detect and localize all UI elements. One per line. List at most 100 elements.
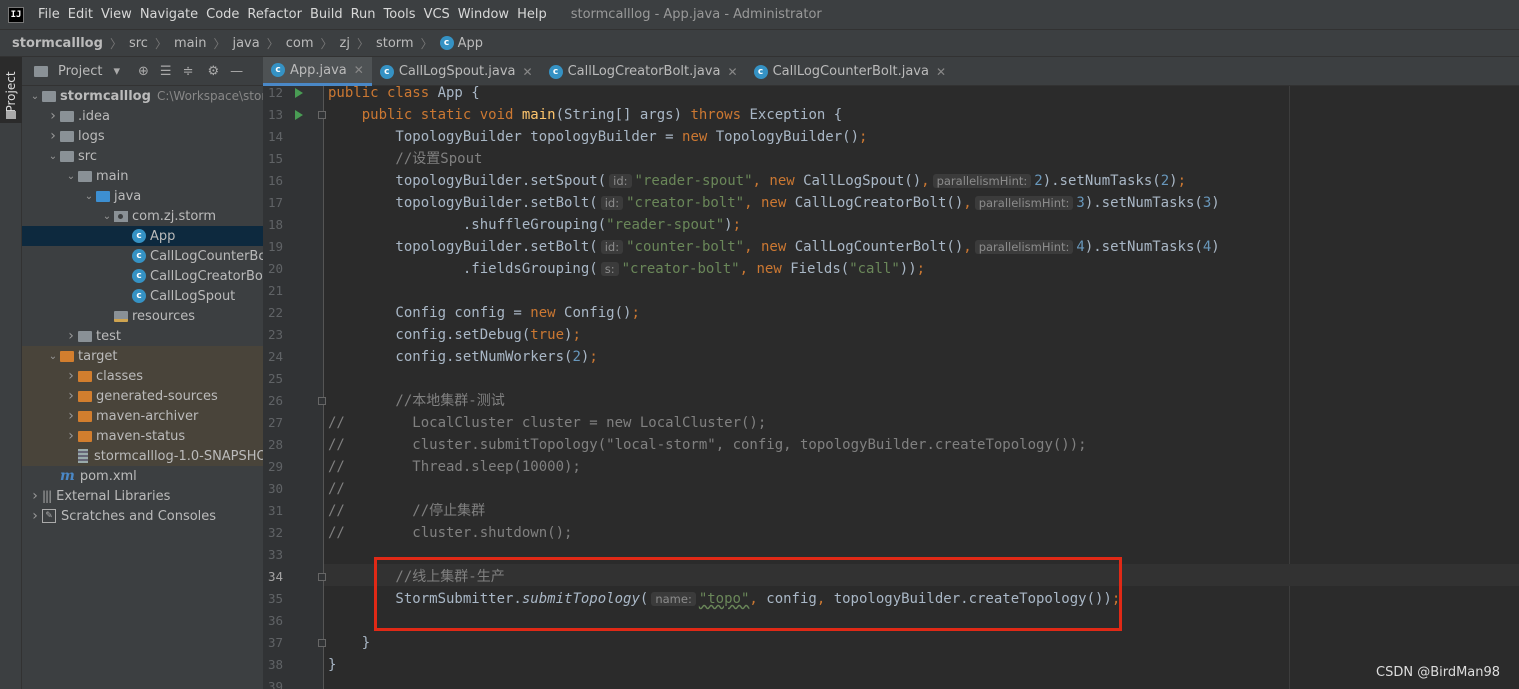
tree-item[interactable]: ⌄ target xyxy=(22,346,263,366)
code-number: 3 xyxy=(1076,195,1085,211)
tree-item[interactable]: c CallLogCounterBolt xyxy=(22,246,263,266)
code-comment: // Thread.sleep(10000); xyxy=(328,459,581,475)
tree-item[interactable]: ⌄ src xyxy=(22,146,263,166)
code-line: 18 .shuffleGrouping("reader-spout"); xyxy=(263,214,1519,236)
class-icon: c xyxy=(132,229,146,243)
chevron-right-icon[interactable]: › xyxy=(64,408,78,424)
tree-item[interactable]: › .idea xyxy=(22,106,263,126)
tree-item[interactable]: c CallLogSpout xyxy=(22,286,263,306)
breadcrumb-item[interactable]: storm xyxy=(376,36,414,51)
menu-item-help[interactable]: Help xyxy=(513,0,551,29)
expand-all-icon[interactable]: ☰ xyxy=(160,64,172,79)
breadcrumb-item[interactable]: c App xyxy=(439,36,483,51)
fold-icon[interactable] xyxy=(318,639,326,647)
tree-item[interactable]: ⌄ com.zj.storm xyxy=(22,206,263,226)
close-icon[interactable]: ✕ xyxy=(523,65,533,79)
tree-item[interactable]: › generated-sources xyxy=(22,386,263,406)
menu-item-vcs[interactable]: VCS xyxy=(420,0,454,29)
code-keyword: ; xyxy=(859,129,868,145)
chevron-down-icon[interactable]: ⌄ xyxy=(82,191,96,202)
fold-icon[interactable] xyxy=(318,111,326,119)
tree-item[interactable]: ⌄ main xyxy=(22,166,263,186)
chevron-right-icon[interactable]: › xyxy=(46,108,60,124)
tree-item[interactable]: c App xyxy=(22,226,263,246)
code-string: "reader-spout" xyxy=(634,173,753,189)
tree-item[interactable]: m pom.xml xyxy=(22,466,263,486)
collapse-all-icon[interactable]: ≑ xyxy=(183,64,194,79)
menu-item-refactor[interactable]: Refactor xyxy=(243,0,306,29)
breadcrumb-separator-icon: 〉 xyxy=(154,36,167,51)
tree-item[interactable]: › test xyxy=(22,326,263,346)
tree-item[interactable]: › maven-archiver xyxy=(22,406,263,426)
code-line: 24 config.setNumWorkers(2); xyxy=(263,346,1519,368)
menu-item-tools[interactable]: Tools xyxy=(380,0,420,29)
folder-icon xyxy=(60,110,74,122)
menu-item-file[interactable]: File xyxy=(34,0,64,29)
project-tool-button[interactable]: Project xyxy=(0,57,22,123)
menu-item-edit[interactable]: Edit xyxy=(64,0,97,29)
fold-icon[interactable] xyxy=(318,397,326,405)
chevron-down-icon[interactable]: ⌄ xyxy=(28,91,42,102)
close-icon[interactable]: ✕ xyxy=(936,65,946,79)
tab-calllogcounterbolt[interactable]: c CallLogCounterBolt.java ✕ xyxy=(746,57,954,86)
tree-item[interactable]: › ||| External Libraries xyxy=(22,486,263,506)
chevron-down-icon[interactable]: ⌄ xyxy=(64,171,78,182)
breadcrumb-item[interactable]: zj xyxy=(340,36,350,51)
parameter-hint: parallelismHint: xyxy=(974,196,1074,210)
tree-item[interactable]: › maven-status xyxy=(22,426,263,446)
chevron-down-icon[interactable]: ⌄ xyxy=(46,351,60,362)
tree-item[interactable]: c CallLogCreatorBolt xyxy=(22,266,263,286)
chevron-right-icon[interactable]: › xyxy=(64,328,78,344)
close-icon[interactable]: ✕ xyxy=(728,65,738,79)
tab-app[interactable]: c App.java ✕ xyxy=(263,57,372,86)
tree-item[interactable]: › ✎ Scratches and Consoles xyxy=(22,506,263,526)
breadcrumb-item[interactable]: src xyxy=(129,36,148,51)
code-line: 27 // LocalCluster cluster = new LocalClu… xyxy=(263,412,1519,434)
chevron-right-icon[interactable]: › xyxy=(28,508,42,524)
menu-item-build[interactable]: Build xyxy=(306,0,347,29)
chevron-right-icon[interactable]: › xyxy=(64,388,78,404)
menu-item-navigate[interactable]: Navigate xyxy=(136,0,202,29)
tree-item[interactable]: ⌄ stormcalllog C:\Workspace\storm xyxy=(22,86,263,106)
tree-item[interactable]: resources xyxy=(22,306,263,326)
project-view-selector[interactable]: Project xyxy=(58,64,102,79)
tree-item[interactable]: › logs xyxy=(22,126,263,146)
chevron-down-icon[interactable]: ▾ xyxy=(113,64,120,79)
hide-panel-icon[interactable]: — xyxy=(230,64,243,79)
menu-item-run[interactable]: Run xyxy=(347,0,380,29)
menu-item-view[interactable]: View xyxy=(97,0,136,29)
run-icon[interactable] xyxy=(295,88,303,98)
tree-item-label: stormcalllog xyxy=(60,88,151,104)
code-token: ) xyxy=(1211,195,1220,211)
menu-item-window[interactable]: Window xyxy=(454,0,513,29)
code-text: .fieldsGrouping(s: "creator-bolt", new Fi… xyxy=(328,258,925,280)
annotation-highlight-box xyxy=(374,557,1122,631)
chevron-down-icon[interactable]: ⌄ xyxy=(100,211,114,222)
code-token: (String[] args) xyxy=(555,107,691,123)
tab-calllogcreatorbolt[interactable]: c CallLogCreatorBolt.java ✕ xyxy=(541,57,746,86)
run-icon[interactable] xyxy=(295,110,303,120)
code-token: topologyBuilder.setBolt( xyxy=(328,195,598,211)
tree-item[interactable]: ⌄ java xyxy=(22,186,263,206)
code-text: config.setNumWorkers(2); xyxy=(328,346,597,368)
chevron-right-icon[interactable]: › xyxy=(64,428,78,444)
breadcrumb-item[interactable]: java xyxy=(232,36,259,51)
tab-calllogspout[interactable]: c CallLogSpout.java ✕ xyxy=(372,57,541,86)
tree-item[interactable]: › classes xyxy=(22,366,263,386)
breadcrumb-item[interactable]: stormcalllog xyxy=(12,36,103,51)
menu-item-code[interactable]: Code xyxy=(202,0,243,29)
close-icon[interactable]: ✕ xyxy=(354,63,364,77)
fold-icon[interactable] xyxy=(318,573,326,581)
chevron-right-icon[interactable]: › xyxy=(28,488,42,504)
chevron-right-icon[interactable]: › xyxy=(46,128,60,144)
chevron-right-icon[interactable]: › xyxy=(64,368,78,384)
breadcrumb-item[interactable]: main xyxy=(174,36,206,51)
breadcrumb-item[interactable]: com xyxy=(286,36,314,51)
parameter-hint: id: xyxy=(600,240,624,254)
locate-icon[interactable]: ⊕ xyxy=(138,64,149,79)
folder-icon xyxy=(60,130,74,142)
chevron-down-icon[interactable]: ⌄ xyxy=(46,151,60,162)
tree-item[interactable]: stormcalllog-1.0-SNAPSHOT.jar xyxy=(22,446,263,466)
gear-icon[interactable]: ⚙ xyxy=(207,64,219,79)
code-token: config.setDebug( xyxy=(328,327,531,343)
